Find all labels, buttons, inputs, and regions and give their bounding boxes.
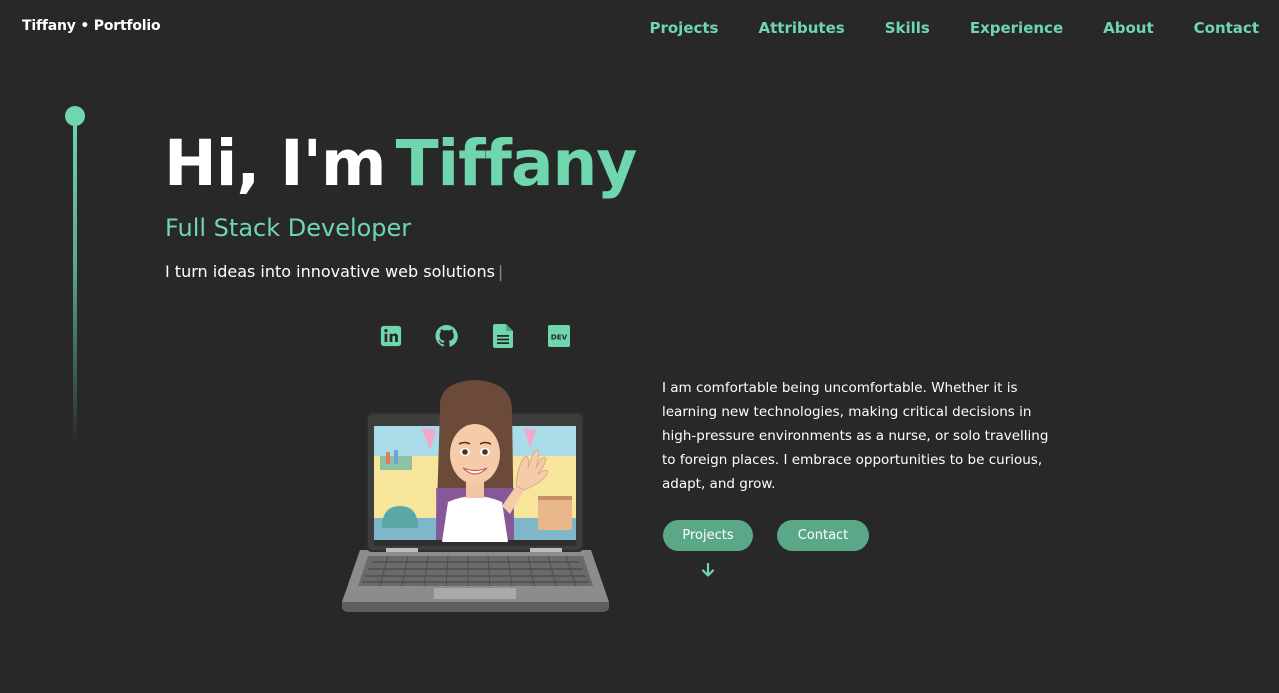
hero-name: Tiffany	[395, 127, 638, 200]
avatar-illustration	[338, 378, 613, 614]
github-icon[interactable]	[435, 324, 458, 348]
dev-icon-text: DEV	[550, 333, 567, 342]
projects-button[interactable]: Projects	[663, 520, 753, 551]
social-links: DEV	[379, 324, 570, 348]
contact-button[interactable]: Contact	[777, 520, 869, 551]
resume-document-icon[interactable]	[491, 324, 514, 348]
nav-link-attributes[interactable]: Attributes	[759, 18, 845, 38]
hero-greeting: Hi, I'm	[164, 127, 387, 200]
brand-logo[interactable]: Tiffany • Portfolio	[22, 18, 161, 34]
typing-cursor: |	[497, 262, 504, 281]
nav-link-skills[interactable]: Skills	[885, 18, 930, 38]
top-navigation: Projects Attributes Skills Experience Ab…	[649, 18, 1259, 38]
dev-icon[interactable]: DEV	[547, 324, 570, 348]
nav-link-contact[interactable]: Contact	[1194, 18, 1259, 38]
nav-link-experience[interactable]: Experience	[970, 18, 1063, 38]
linkedin-icon[interactable]	[379, 324, 402, 348]
timeline-decoration	[65, 106, 85, 446]
bio-paragraph: I am comfortable being uncomfortable. Wh…	[662, 380, 1049, 492]
scroll-down-arrow-icon[interactable]	[701, 562, 715, 577]
hero-role: Full Stack Developer	[165, 214, 412, 242]
hero-tagline: I turn ideas into innovative web solutio…	[165, 261, 503, 283]
timeline-line	[73, 116, 77, 446]
nav-link-projects[interactable]: Projects	[649, 18, 718, 38]
nav-link-about[interactable]: About	[1103, 18, 1154, 38]
tagline-text: I turn ideas into innovative web solutio…	[165, 262, 495, 281]
hero-heading: Hi, I'm Tiffany	[164, 127, 638, 200]
